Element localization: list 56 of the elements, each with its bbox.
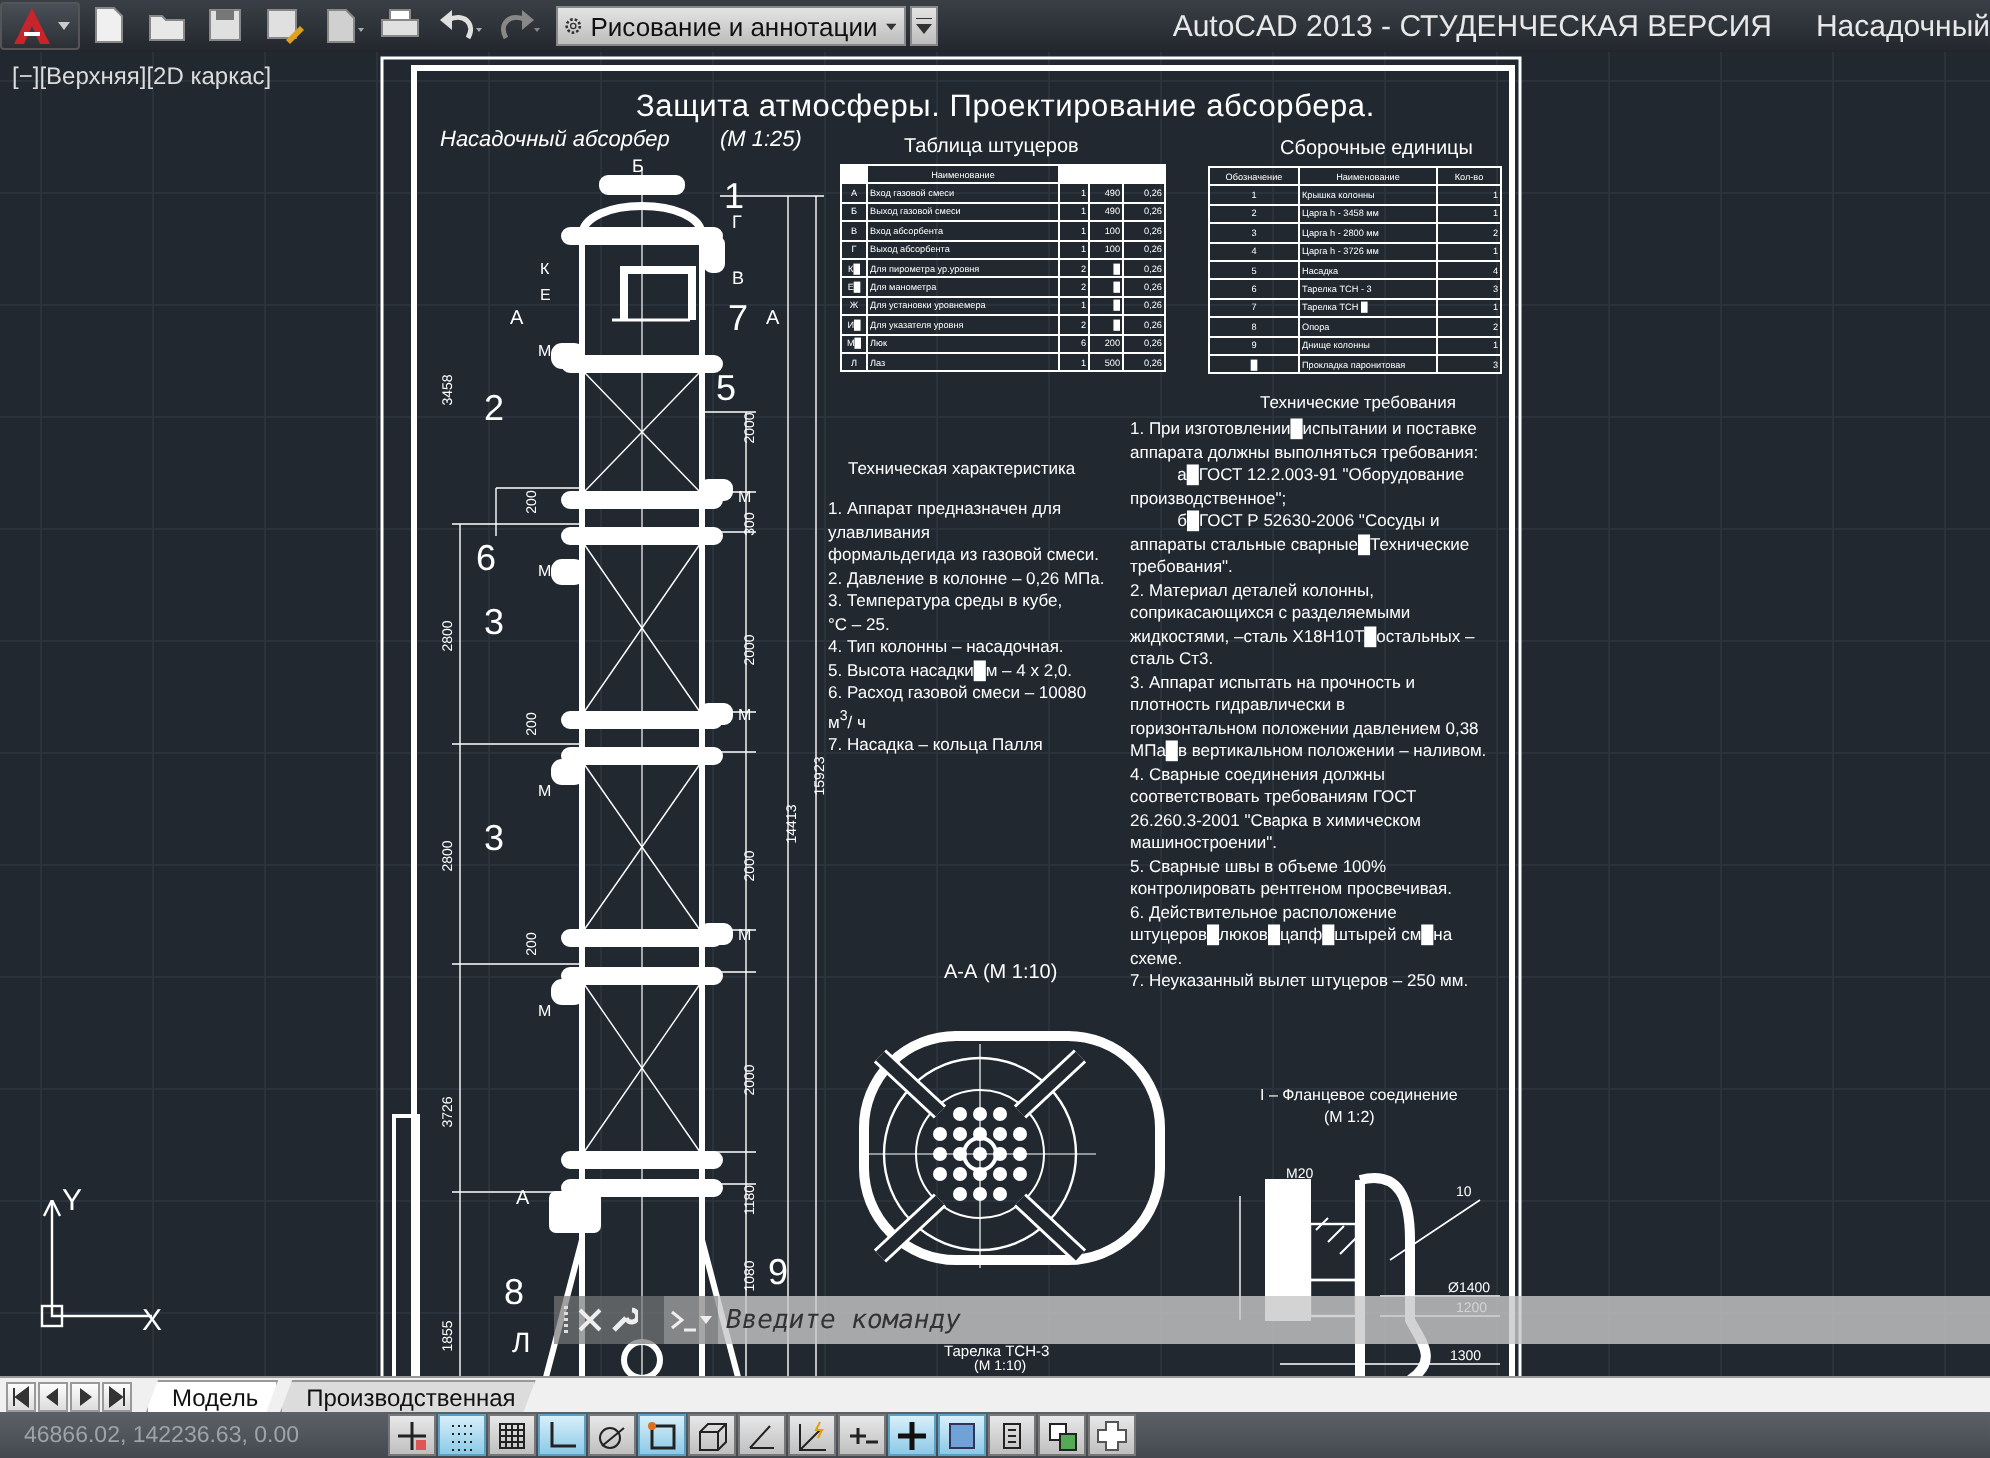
viewport-control[interactable]: [Верхняя] xyxy=(39,62,147,90)
callout-label: 3 xyxy=(484,602,505,642)
view-scale: (М 1:25) xyxy=(720,128,802,152)
callout-label: 5 xyxy=(716,368,737,408)
characteristic-item: 2. Давление в колонне – 0,26 МПа. xyxy=(828,567,1107,590)
callout-label: В xyxy=(732,268,745,288)
axis-label: Y xyxy=(62,1184,83,1218)
requirement-item: 5. Сварные швы в объеме 100% контролировать рентгеном просвечивая. xyxy=(1130,855,1454,901)
view-title: I – Фланцевое соединение xyxy=(1260,1086,1458,1104)
view-scale: (М 1:2) xyxy=(1324,1108,1375,1126)
characteristic-item: 7. Насадка – кольца Палля xyxy=(828,733,1045,757)
callout-label: 8 xyxy=(504,1272,525,1312)
callout-label: Б xyxy=(632,156,644,176)
section-heading: Техническая характеристика xyxy=(848,458,1076,478)
requirement-item: 7. Неуказанный вылет штуцеров – 250 мм. xyxy=(1130,970,1471,993)
viewport-control[interactable]: [−] xyxy=(12,62,40,90)
characteristic-item: 4. Тип колонны – насадочная. xyxy=(828,636,1066,659)
characteristic-item: 1. Аппарат предназначен для улавливания формальдегида из газовой смеси. xyxy=(828,498,1102,567)
requirement-item: 4. Сварные соединения должны соответствовать требованиям ГОСТ 26.260.3-2001 "Сварка в химическом машиностроении". xyxy=(1130,763,1423,855)
callout-label: Л xyxy=(512,1326,531,1358)
layout-tab[interactable]: Производственная xyxy=(280,1380,536,1412)
characteristic-item: 6. Расход газовой смеси – 10080 м$^{3}$/ ч xyxy=(828,682,1089,734)
layout-tab[interactable]: Модель xyxy=(146,1380,279,1412)
coordinates-readout: 46866.02, 142236.63, 0.00 xyxy=(24,1423,301,1447)
callout-label: М xyxy=(538,1002,552,1020)
document-name: Насадочный xyxy=(1815,9,1990,43)
table-title: Таблица штуцеров xyxy=(904,136,1079,158)
callout-label: 9 xyxy=(768,1252,789,1292)
view-title: Насадочный абсорбер xyxy=(440,128,670,152)
requirement-item: 6. Действительное расположение штуцеров█люков█цапф█штырей см█на схеме. xyxy=(1130,901,1455,970)
requirement-item: 3. Аппарат испытать на прочность и плотность гидравлически в горизонтальном положении давлением 0,38 МПа█в вертикальном положении – наливом. xyxy=(1130,671,1489,763)
characteristic-item: 5. Высота насадки█м – 4 х 2,0. xyxy=(828,659,1075,682)
section-heading: Технические требования xyxy=(1260,392,1456,412)
callout-label: Е xyxy=(540,286,551,304)
callout-label: 7 xyxy=(728,298,749,338)
viewport-control[interactable]: [2D каркас] xyxy=(146,62,272,90)
characteristic-item: 3. Температура среды в кубе, °С – 25. xyxy=(828,590,1065,636)
callout-label: К xyxy=(540,260,550,278)
callout-label: А xyxy=(510,308,524,330)
callout-label: Г xyxy=(732,212,742,232)
table-title: Сборочные единицы xyxy=(1280,138,1473,160)
sheet-title: Защита атмосферы. Проектирование абсорбера. xyxy=(636,90,1375,126)
callout-label: М xyxy=(538,782,552,800)
callout-label: 3 xyxy=(484,818,505,858)
axis-label: X xyxy=(142,1304,163,1338)
callout-label: М xyxy=(538,342,552,360)
callout-label: М xyxy=(538,562,552,580)
callout-label: 2 xyxy=(484,388,505,428)
requirement-item: 1. При изготовлении█испытании и поставке аппарата должны выполняться требования: а█ГОСТ 12.2.003-91 "Оборудование производственное"; б█ГОСТ Р 52630-2006 "Сосуды и аппараты стальные сварные█Технические требования". xyxy=(1130,418,1481,579)
view-title: А-А (М 1:10) xyxy=(944,962,1058,984)
requirement-item: 2. Материал деталей колонны, соприкасающихся с разделяемыми жидкостями, –сталь Х18Н10Т█остальных – сталь Ст3. xyxy=(1130,579,1477,671)
window-title: AutoCAD 2013 - СТУДЕНЧЕСКАЯ ВЕРСИЯ xyxy=(1172,9,1772,43)
workspace-dropdown[interactable]: Рисование и аннотации xyxy=(556,6,906,46)
callout-label: А xyxy=(766,308,780,330)
callout-label: А xyxy=(516,1188,530,1210)
callout-label: 6 xyxy=(476,538,497,578)
